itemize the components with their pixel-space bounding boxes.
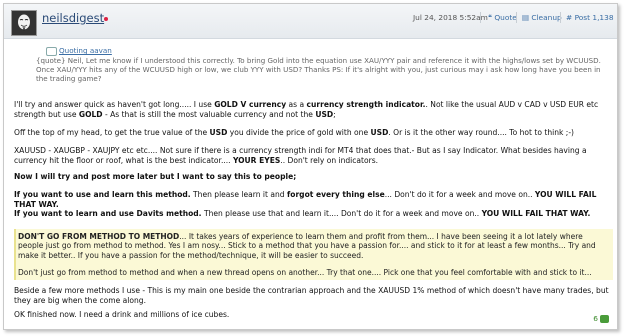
cleanup-button-label: Cleanup bbox=[531, 13, 562, 22]
post-paragraph: I'll try and answer quick as haven't got… bbox=[14, 100, 612, 119]
like-counter[interactable]: 6 bbox=[593, 314, 609, 323]
cleanup-icon: ▤ bbox=[522, 13, 529, 22]
post-paragraph: If you want to use and learn this method… bbox=[14, 190, 612, 209]
text-run: ... Don't do it for a week and move on.. bbox=[384, 190, 535, 199]
like-count: 6 bbox=[593, 314, 598, 323]
text-run: as a bbox=[286, 100, 307, 109]
quoting-link[interactable]: Quoting aavan bbox=[59, 46, 604, 55]
bold-text: If you want to learn and use Davits meth… bbox=[14, 209, 202, 218]
text-run: Don't just go from method to method and … bbox=[18, 268, 592, 277]
post-paragraph: Off the top of my head, to get the true … bbox=[14, 128, 612, 138]
post-header: neilsdigest Jul 24, 2018 5:52am ❝ Quote … bbox=[4, 4, 617, 39]
quote-icon: ❝ bbox=[488, 13, 492, 22]
text-run: you divide the price of gold with one bbox=[227, 128, 371, 137]
avatar[interactable] bbox=[11, 10, 37, 36]
post-paragraph: XAUUSD - XAUGBP - XAUJPY etc etc.... Not… bbox=[14, 146, 612, 165]
bold-text: forgot every thing else bbox=[286, 190, 385, 199]
post-paragraph: Beside a few more methods I use - This i… bbox=[14, 286, 612, 305]
post-container: neilsdigest Jul 24, 2018 5:52am ❝ Quote … bbox=[3, 3, 618, 330]
quote-icon bbox=[46, 47, 57, 56]
text-run: ; bbox=[333, 109, 336, 119]
thumbs-up-icon bbox=[600, 315, 609, 323]
highlighted-paragraph: DON'T GO FROM METHOD TO METHOD... It tak… bbox=[18, 232, 608, 260]
text-run: - As that is still the most valuable cur… bbox=[102, 109, 316, 119]
text-run: I'll try and answer quick as haven't got… bbox=[14, 100, 215, 109]
post-paragraph: OK finished now. I need a drink and mill… bbox=[14, 310, 612, 320]
bold-text: DON'T GO FROM METHOD TO METHOD bbox=[18, 232, 180, 241]
highlighted-paragraph: Don't just go from method to method and … bbox=[18, 268, 608, 277]
online-status-icon bbox=[104, 17, 108, 21]
quote-button-label: Quote bbox=[494, 13, 517, 22]
bold-text: USD bbox=[370, 128, 389, 137]
cleanup-button[interactable]: ▤ Cleanup bbox=[522, 13, 562, 22]
text-run: Beside a few more methods I use - This i… bbox=[14, 286, 609, 305]
quoted-text: {quote} Neil, Let me know if I understoo… bbox=[36, 56, 601, 83]
post-number-link[interactable]: # Post 1,138 bbox=[566, 13, 614, 22]
bold-text: GOLD bbox=[78, 109, 103, 119]
bold-text: GOLD V currency bbox=[214, 100, 287, 109]
bold-text: YOUR EYES bbox=[232, 155, 281, 165]
divider bbox=[516, 12, 517, 23]
text-run: . Or is it the other way round.... To ho… bbox=[388, 128, 574, 137]
post-paragraph: If you want to learn and use Davits meth… bbox=[14, 209, 612, 219]
quote-block: Quoting aavan {quote} Neil, Let me know … bbox=[36, 46, 604, 84]
divider bbox=[480, 12, 481, 23]
bold-text: YOU WILL FAIL THAT WAY. bbox=[481, 209, 591, 218]
text-run: .. Don't rely on indicators. bbox=[280, 155, 379, 165]
text-run: Then please use that and learn it.... Do… bbox=[201, 209, 482, 218]
text-run: Off the top of my head, to get the true … bbox=[14, 128, 210, 137]
post-number-label: Post 1,138 bbox=[574, 13, 614, 22]
post-paragraph: Now I will try and post more later but I… bbox=[14, 172, 612, 182]
text-run: Then please learn it and bbox=[190, 190, 287, 199]
bold-text: If you want to use and learn this method… bbox=[14, 190, 191, 199]
bold-text: USD bbox=[315, 109, 334, 119]
divider bbox=[560, 12, 561, 23]
bold-text: currency strength indicator. bbox=[306, 100, 426, 109]
username-link[interactable]: neilsdigest bbox=[42, 11, 104, 25]
quote-button[interactable]: ❝ Quote bbox=[488, 13, 517, 22]
post-date: Jul 24, 2018 5:52am bbox=[413, 13, 488, 22]
hash-icon: # bbox=[566, 13, 573, 22]
bold-text: Now I will try and post more later but I… bbox=[14, 172, 297, 181]
bold-text: USD bbox=[209, 128, 228, 137]
text-run: OK finished now. I need a drink and mill… bbox=[14, 310, 230, 319]
